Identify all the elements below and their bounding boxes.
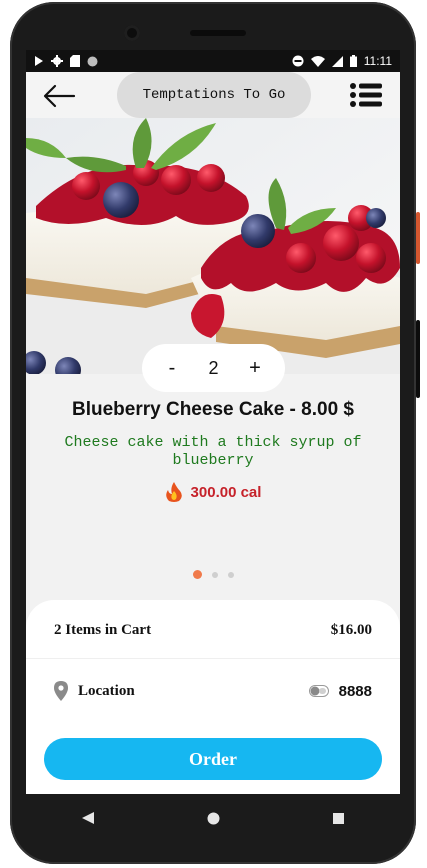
nav-back-icon[interactable] (82, 812, 95, 824)
status-bar: 11:11 (26, 50, 400, 72)
play-icon (35, 56, 43, 66)
quantity-value: 2 (208, 357, 219, 378)
volume-button (416, 212, 420, 264)
cart-summary-row: 2 Items in Cart $16.00 (54, 622, 372, 639)
calories-value: 300.00 cal (190, 483, 262, 501)
battery-icon (349, 55, 357, 67)
carousel-dot[interactable] (227, 571, 234, 578)
wifi-icon (310, 55, 325, 67)
gear-icon (51, 55, 63, 67)
arrow-left-icon[interactable] (42, 83, 76, 109)
cart-items-label: 2 Items in Cart (54, 622, 152, 638)
location-label: Location (78, 682, 135, 699)
quantity-stepper: - 2 + (142, 344, 285, 392)
app-title: Temptations To Go (117, 72, 311, 118)
location-right: 8888 (308, 682, 372, 700)
product-description: Cheese cake with a thick syrup of bluebe… (64, 434, 362, 469)
status-time: 11:11 (363, 54, 392, 68)
status-left (34, 55, 98, 67)
earpiece (190, 30, 246, 36)
map-pin-icon (54, 681, 68, 701)
fire-icon (165, 482, 182, 502)
android-nav-bar (26, 794, 400, 842)
location-code: 8888 (338, 682, 372, 700)
status-right: 11:11 (292, 54, 392, 68)
location-row[interactable]: Location 8888 (54, 681, 372, 701)
calories-row: 300.00 cal (26, 482, 400, 502)
front-camera (124, 25, 140, 41)
dnd-icon (292, 55, 304, 67)
cart-total: $16.00 (330, 622, 372, 638)
circle-icon (87, 56, 98, 66)
product-image (26, 118, 400, 374)
carousel-dot[interactable] (211, 571, 218, 578)
product-name-price: Blueberry Cheese Cake - 8.00 $ (72, 399, 354, 420)
order-button[interactable]: Order (44, 738, 382, 780)
location-left: Location (54, 681, 135, 701)
decrement-button[interactable]: - (162, 357, 182, 380)
toggle-icon[interactable] (308, 685, 329, 697)
list-menu-icon[interactable] (350, 82, 382, 108)
app-screen: 11:11 Temptations To Go - 2 + Blueberry … (26, 50, 400, 794)
nav-home-icon[interactable] (207, 812, 220, 825)
signal-icon (331, 55, 343, 67)
carousel-dot[interactable] (192, 570, 202, 579)
cart-panel: 2 Items in Cart $16.00 Location 8888 Ord… (26, 600, 400, 794)
sdcard-icon (70, 55, 80, 67)
divider (26, 658, 400, 659)
app-header: Temptations To Go (26, 72, 400, 118)
power-button (416, 320, 420, 398)
carousel-indicator (26, 570, 400, 579)
phone-top-bezel (10, 2, 416, 52)
nav-recents-icon[interactable] (332, 812, 344, 824)
increment-button[interactable]: + (245, 357, 265, 380)
